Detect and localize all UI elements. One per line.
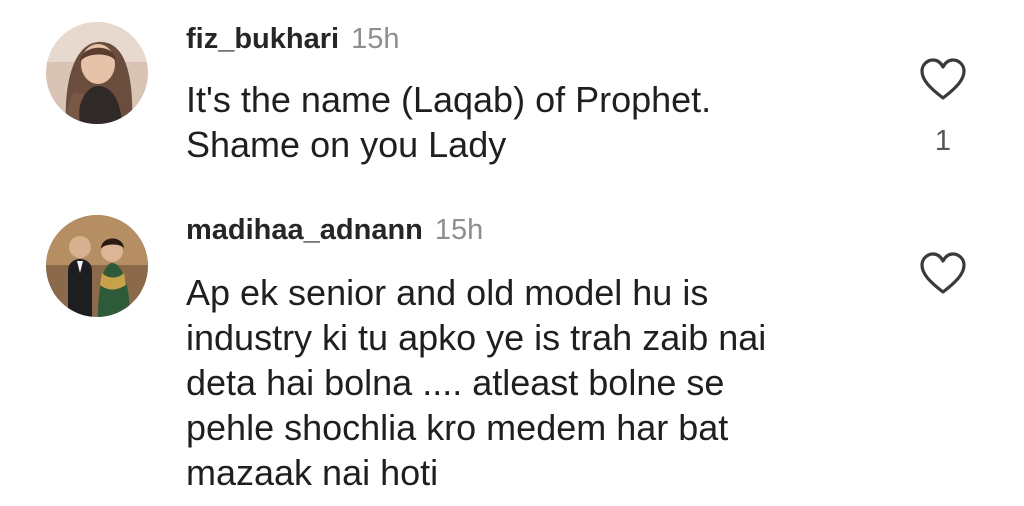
comment-item: madihaa_adnann 15h Ap ek senior and old m… [0, 195, 1024, 506]
comment-header: madihaa_adnann 15h [186, 213, 483, 247]
comment-timestamp: 15h [351, 23, 400, 55]
avatar[interactable] [46, 215, 148, 317]
comment-text-line: industry ki tu apko ye is trah zaib nai [186, 317, 767, 358]
comment-header: fiz_bukhari 15h [186, 22, 399, 56]
comment-username[interactable]: fiz_bukhari [186, 23, 339, 55]
comment-text: It's the name (Laqab) of Prophet. Shame … [186, 77, 886, 167]
avatar-photo-icon [46, 215, 148, 317]
comments-list: fiz_bukhari 15h It's the name (Laqab) of … [0, 0, 1024, 506]
comment-username[interactable]: madihaa_adnann [186, 214, 423, 246]
comment-text: Ap ek senior and old model hu is industr… [186, 270, 886, 495]
avatar-photo-icon [46, 22, 148, 124]
like-button[interactable] [918, 57, 968, 103]
heart-icon [920, 58, 966, 100]
comment-timestamp: 15h [434, 214, 484, 246]
comment-text-line: pehle shochlia kro medem har bat [186, 407, 729, 448]
comment-text-line: Shame on you Lady [186, 124, 507, 165]
comment-item: fiz_bukhari 15h It's the name (Laqab) of … [0, 0, 1024, 190]
like-button[interactable] [918, 251, 968, 297]
comment-text-line: deta hai bolna .... atleast bolne se [186, 362, 725, 403]
comment-text-line: mazaak nai hoti [186, 452, 439, 493]
heart-icon [920, 252, 966, 294]
avatar[interactable] [46, 22, 148, 124]
comment-text-line: It's the name (Laqab) of Prophet. [186, 79, 712, 120]
like-count: 1 [934, 125, 952, 157]
comment-text-line: Ap ek senior and old model hu is [186, 272, 709, 313]
